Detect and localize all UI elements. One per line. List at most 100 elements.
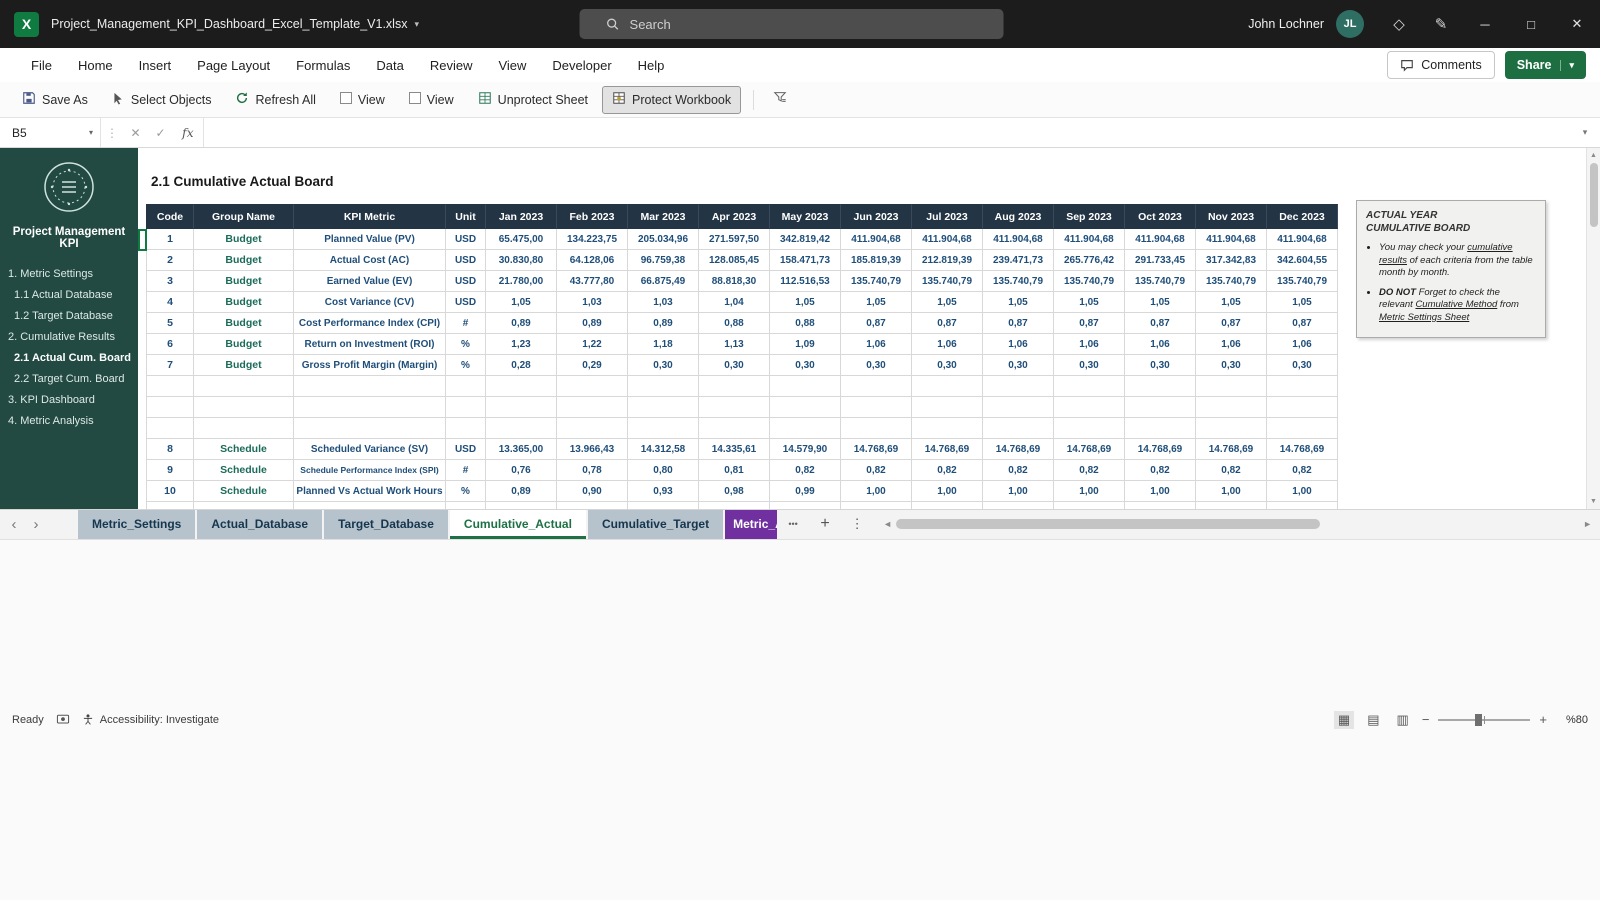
value-cell[interactable]: 1,05 (1267, 292, 1338, 313)
unit-cell[interactable]: % (446, 481, 486, 502)
empty-cell[interactable] (1125, 418, 1196, 439)
value-cell[interactable]: 13.966,43 (557, 439, 628, 460)
value-cell[interactable]: 0,99 (770, 481, 841, 502)
zoom-slider[interactable] (1438, 719, 1530, 721)
value-cell[interactable]: 1,00 (841, 481, 912, 502)
empty-cell[interactable] (1267, 418, 1338, 439)
view-button[interactable]: View (399, 86, 464, 114)
value-cell[interactable]: 0,93 (628, 481, 699, 502)
unit-cell[interactable]: USD (446, 292, 486, 313)
kpi-metric-cell[interactable]: Gross Profit Margin (Margin) (294, 355, 446, 376)
empty-cell[interactable] (557, 502, 628, 509)
scroll-down-icon[interactable]: ▼ (1590, 494, 1597, 509)
empty-cell[interactable] (628, 502, 699, 509)
unit-cell[interactable]: # (446, 313, 486, 334)
empty-cell[interactable] (486, 502, 557, 509)
empty-cell[interactable] (146, 502, 194, 509)
sidebar-item-2-1-actual-cum-board[interactable]: 2.1 Actual Cum. Board (0, 347, 138, 368)
value-cell[interactable]: 30.830,80 (486, 250, 557, 271)
vertical-scroll-thumb[interactable] (1590, 163, 1598, 227)
unit-cell[interactable]: % (446, 355, 486, 376)
value-cell[interactable]: 1,06 (1196, 334, 1267, 355)
empty-cell[interactable] (841, 397, 912, 418)
value-cell[interactable]: 1,06 (1267, 334, 1338, 355)
sheet-tab-cumulative-actual[interactable]: Cumulative_Actual (450, 510, 586, 539)
value-cell[interactable]: 1,05 (1125, 292, 1196, 313)
menu-file[interactable]: File (18, 58, 65, 73)
value-cell[interactable]: 239.471,73 (983, 250, 1054, 271)
value-cell[interactable]: 135.740,79 (841, 271, 912, 292)
value-cell[interactable]: 13.365,00 (486, 439, 557, 460)
value-cell[interactable]: 14.579,90 (770, 439, 841, 460)
next-sheet-icon[interactable]: › (22, 510, 50, 539)
value-cell[interactable]: 0,80 (628, 460, 699, 481)
tab-menu-icon[interactable]: ⋮ (841, 510, 873, 539)
empty-cell[interactable] (983, 502, 1054, 509)
value-cell[interactable]: 1,04 (699, 292, 770, 313)
value-cell[interactable]: 14.768,69 (983, 439, 1054, 460)
value-cell[interactable]: 1,13 (699, 334, 770, 355)
value-cell[interactable]: 96.759,38 (628, 250, 699, 271)
empty-cell[interactable] (912, 376, 983, 397)
enter-entry-icon[interactable]: ✓ (148, 126, 173, 140)
unit-cell[interactable]: % (446, 334, 486, 355)
value-cell[interactable]: 0,82 (1054, 460, 1125, 481)
value-cell[interactable]: 411.904,68 (912, 229, 983, 250)
group-name-cell[interactable]: Schedule (194, 439, 294, 460)
value-cell[interactable]: 112.516,53 (770, 271, 841, 292)
value-cell[interactable]: 0,82 (912, 460, 983, 481)
filter-icon[interactable] (766, 90, 794, 109)
code-cell[interactable]: 9 (146, 460, 194, 481)
empty-cell[interactable] (446, 418, 486, 439)
empty-cell[interactable] (1196, 397, 1267, 418)
value-cell[interactable]: 0,76 (486, 460, 557, 481)
empty-cell[interactable] (983, 376, 1054, 397)
value-cell[interactable]: 1,06 (912, 334, 983, 355)
empty-cell[interactable] (294, 502, 446, 509)
value-cell[interactable]: 14.768,69 (1196, 439, 1267, 460)
sheet-tab-metric-a[interactable]: Metric_A (725, 510, 777, 539)
unit-cell[interactable]: USD (446, 250, 486, 271)
value-cell[interactable]: 0,89 (557, 313, 628, 334)
code-cell[interactable]: 6 (146, 334, 194, 355)
name-box-chevron-icon[interactable]: ▾ (89, 128, 100, 137)
empty-cell[interactable] (628, 397, 699, 418)
value-cell[interactable]: 14.312,58 (628, 439, 699, 460)
user-avatar[interactable]: JL (1336, 10, 1364, 38)
value-cell[interactable]: 0,30 (841, 355, 912, 376)
empty-cell[interactable] (1125, 502, 1196, 509)
code-cell[interactable]: 4 (146, 292, 194, 313)
value-cell[interactable]: 411.904,68 (983, 229, 1054, 250)
menu-data[interactable]: Data (363, 58, 416, 73)
value-cell[interactable]: 1,05 (770, 292, 841, 313)
empty-cell[interactable] (486, 376, 557, 397)
empty-cell[interactable] (1054, 397, 1125, 418)
group-name-cell[interactable]: Budget (194, 292, 294, 313)
value-cell[interactable]: 0,89 (486, 313, 557, 334)
horizontal-scrollbar[interactable]: ◄ ► (873, 510, 1600, 539)
empty-cell[interactable] (146, 376, 194, 397)
macro-record-icon[interactable] (56, 714, 70, 726)
value-cell[interactable]: 135.740,79 (1196, 271, 1267, 292)
sidebar-item-1-2-target-database[interactable]: 1.2 Target Database (0, 305, 138, 326)
empty-cell[interactable] (912, 418, 983, 439)
value-cell[interactable]: 342.604,55 (1267, 250, 1338, 271)
value-cell[interactable]: 14.768,69 (1054, 439, 1125, 460)
active-cell-selection[interactable] (138, 229, 147, 251)
value-cell[interactable]: 411.904,68 (1054, 229, 1125, 250)
value-cell[interactable]: 0,82 (1125, 460, 1196, 481)
empty-cell[interactable] (1054, 502, 1125, 509)
view-button[interactable]: View (330, 86, 395, 114)
empty-cell[interactable] (146, 397, 194, 418)
select-objects-button[interactable]: Select Objects (102, 86, 222, 114)
accessibility-status[interactable]: Accessibility: Investigate (82, 713, 219, 726)
value-cell[interactable]: 271.597,50 (699, 229, 770, 250)
value-cell[interactable]: 1,00 (1125, 481, 1196, 502)
filename-chevron-icon[interactable]: ▾ (414, 19, 419, 30)
value-cell[interactable]: 0,30 (1054, 355, 1125, 376)
empty-cell[interactable] (628, 418, 699, 439)
horizontal-scroll-thumb[interactable] (896, 519, 1320, 529)
empty-cell[interactable] (1267, 502, 1338, 509)
code-cell[interactable]: 5 (146, 313, 194, 334)
value-cell[interactable]: 0,82 (983, 460, 1054, 481)
